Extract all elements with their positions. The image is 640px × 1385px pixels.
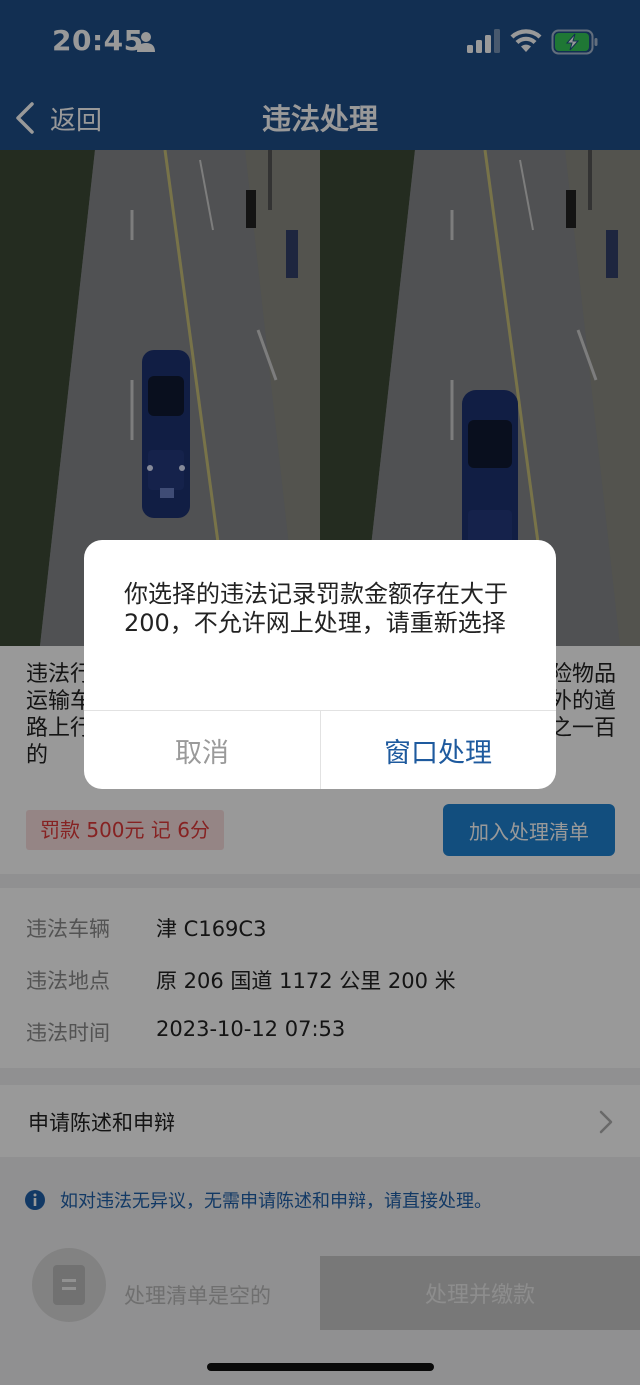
alert-dialog: 你选择的违法记录罚款金额存在大于200，不允许网上处理，请重新选择 取消 窗口处… (84, 540, 556, 789)
window-process-button[interactable]: 窗口处理 (320, 711, 556, 789)
dialog-message: 你选择的违法记录罚款金额存在大于200，不允许网上处理，请重新选择 (124, 580, 508, 637)
cancel-button[interactable]: 取消 (84, 711, 320, 789)
